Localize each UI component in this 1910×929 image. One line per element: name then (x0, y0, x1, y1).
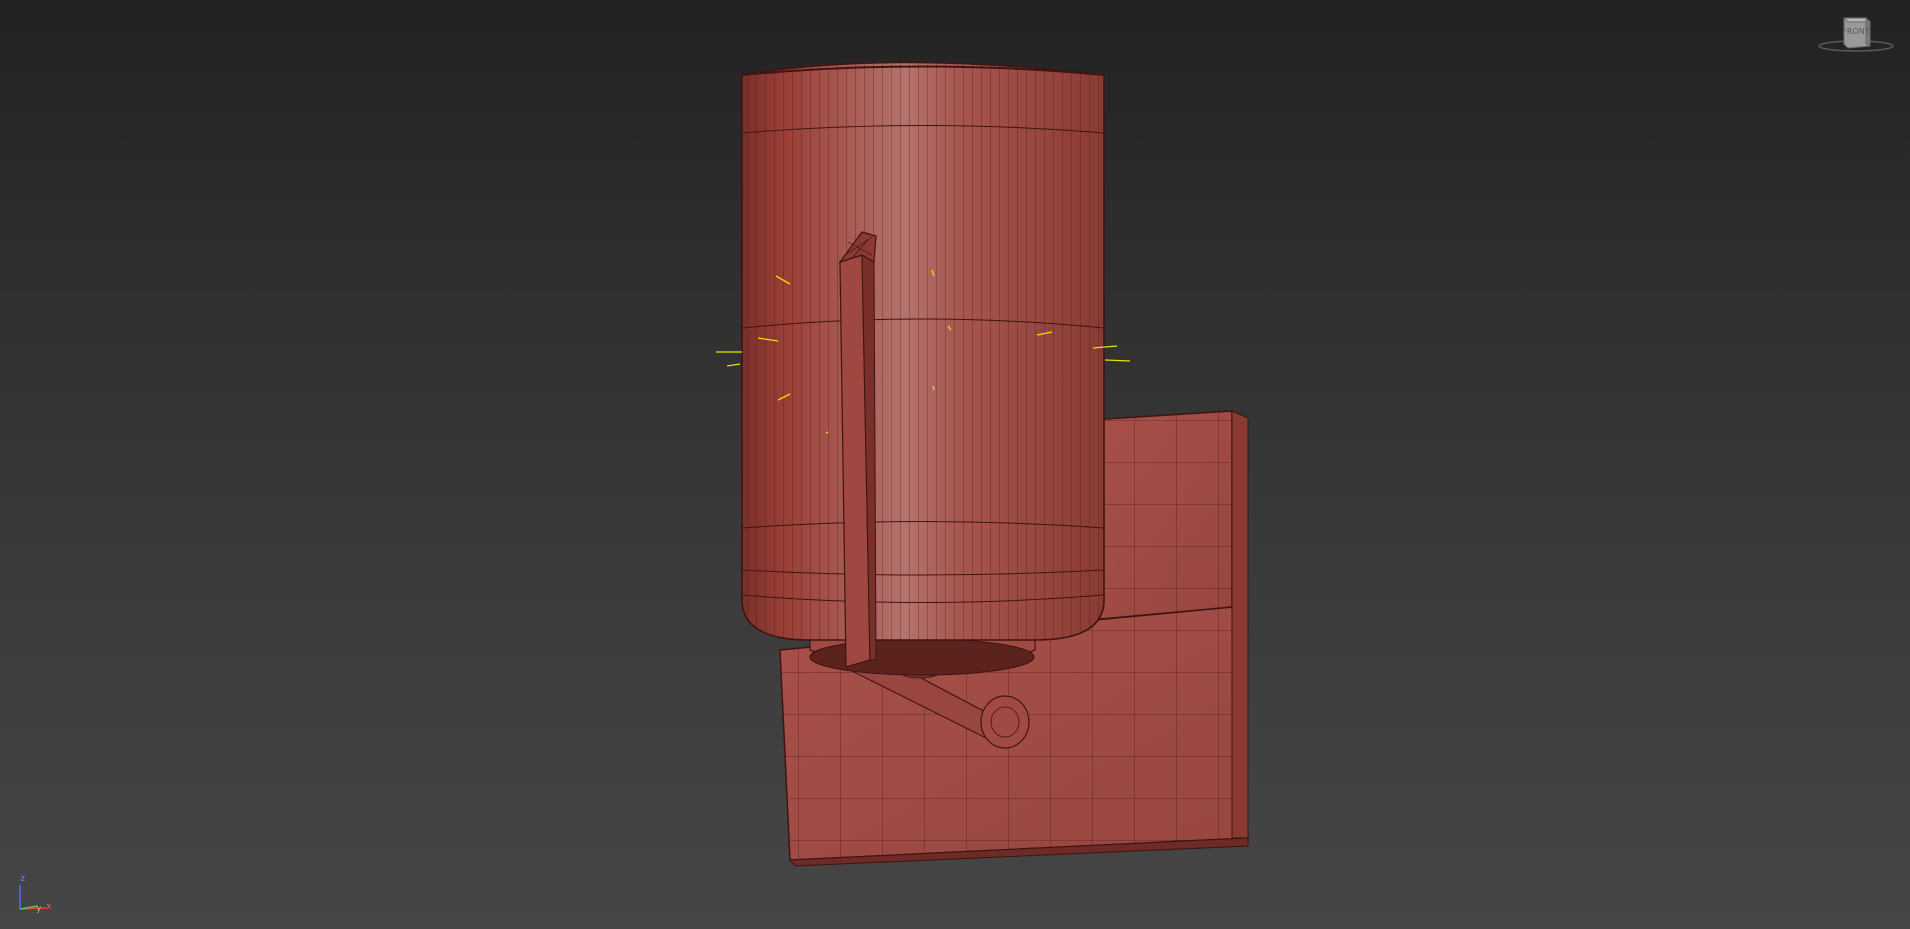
vertical-rod-mesh (838, 231, 877, 668)
axis-z-label: z (20, 874, 26, 884)
scene-render[interactable] (0, 0, 1910, 929)
viewcube-icon (1818, 16, 1894, 52)
axis-tripod: z y x (14, 875, 54, 915)
3d-viewport[interactable]: FRONT z y x (0, 0, 1910, 929)
viewcube[interactable]: FRONT (1816, 10, 1896, 54)
axis-y-label: y (36, 904, 42, 914)
axis-x-label: x (46, 902, 52, 912)
glass-shade-mesh (741, 61, 1105, 641)
